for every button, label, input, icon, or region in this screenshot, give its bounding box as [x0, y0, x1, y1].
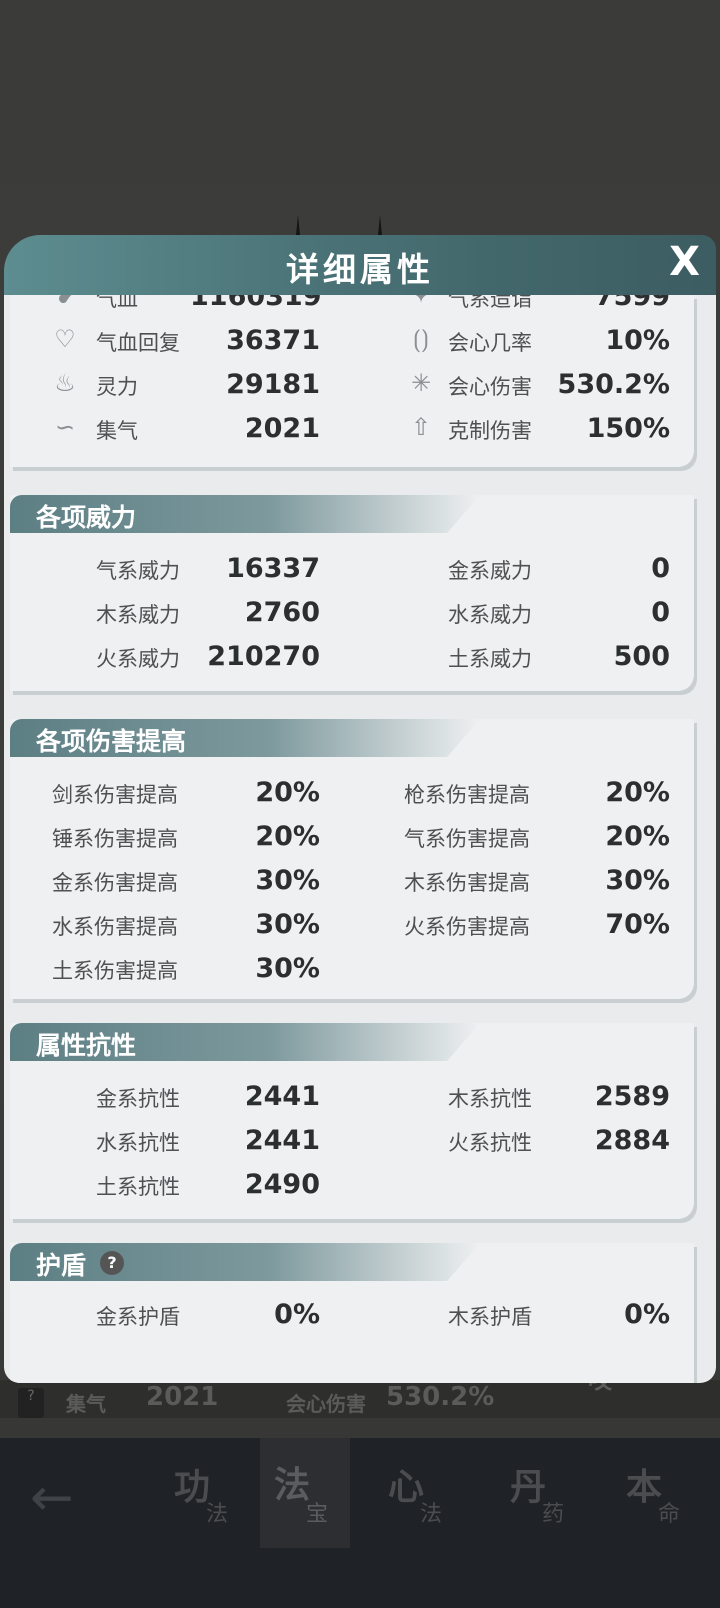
stat-row: 水系伤害提高 30% 火系伤害提高 70% — [52, 909, 670, 940]
shield-card: 护盾 ? 金系护盾 0% 木系护盾 0% — [10, 1243, 694, 1383]
stat-row: 气系威力 16337 金系威力 0 — [96, 553, 670, 584]
help-icon[interactable]: ? — [100, 1251, 124, 1275]
stat-row: 水系抗性 2441 火系抗性 2884 — [96, 1125, 670, 1156]
section-title: 各项威力 — [36, 503, 137, 532]
wing-icon: ✦ — [410, 295, 432, 309]
swirl-icon: ∽ — [54, 413, 76, 441]
flame-drop-icon: ♨ — [54, 369, 76, 397]
resistance-card: 属性抗性 金系抗性 2441 木系抗性 2589 水系抗性 2441 火系抗性 … — [10, 1023, 694, 1219]
double-heart-icon: ♡ — [54, 325, 76, 353]
heart-icon: ❥ — [54, 295, 76, 309]
dialog-title: 详细属性 — [286, 250, 434, 289]
stat-row: ❥ 气血 1160319 ✦ 气系造诣 7599 — [10, 295, 694, 323]
stat-row: ∽ 集气 2021 ⇧ 克制伤害 150% — [10, 413, 694, 455]
section-title: 属性抗性 — [36, 1031, 137, 1060]
nav-tab-gongfa[interactable]: 功 法 — [160, 1458, 250, 1548]
bg-value: 530.2% — [386, 1382, 495, 1412]
background-help-icon: ? — [18, 1388, 44, 1418]
stat-row: 土系抗性 2490 — [96, 1169, 320, 1200]
stat-row: 金系伤害提高 30% 木系伤害提高 30% — [52, 865, 670, 896]
stat-row: ♨ 灵力 29181 ✳ 会心伤害 530.2% — [10, 369, 694, 411]
back-arrow-icon[interactable]: ← — [30, 1468, 74, 1528]
stat-row: 木系威力 2760 水系威力 0 — [96, 597, 670, 628]
bg-value: 2021 — [146, 1382, 219, 1412]
section-title: 各项伤害提高 — [36, 727, 187, 756]
nav-tab-xinfa[interactable]: 心 法 — [374, 1458, 464, 1548]
stat-row: 金系抗性 2441 木系抗性 2589 — [96, 1081, 670, 1112]
section-header: 护盾 ? — [10, 1243, 490, 1281]
section-header: 属性抗性 — [10, 1023, 490, 1061]
bracket-icon: ⟮⟯ — [413, 325, 429, 353]
stat-row: ♡ 气血回复 36371 ⟮⟯ 会心几率 10% — [10, 325, 694, 367]
star-burst-icon: ✳ — [410, 369, 432, 397]
section-title: 护盾 — [36, 1251, 87, 1280]
nav-tab-fabao[interactable]: 法 宝 — [260, 1438, 350, 1548]
dialog-scroll-body[interactable]: ❥ 气血 1160319 ✦ 气系造诣 7599 ♡ 气血回复 36371 ⟮⟯… — [4, 295, 716, 1383]
basic-stats-card: ❥ 气血 1160319 ✦ 气系造诣 7599 ♡ 气血回复 36371 ⟮⟯… — [10, 295, 694, 467]
bg-label: 集气 — [66, 1392, 106, 1416]
bottom-nav: ← 功 法 法 宝 心 法 丹 药 本 命 — [0, 1438, 720, 1608]
stat-row: 锤系伤害提高 20% 气系伤害提高 20% — [52, 821, 670, 852]
damage-increase-card: 各项伤害提高 剑系伤害提高 20% 枪系伤害提高 20% 锤系伤害提高 20% … — [10, 719, 694, 999]
stat-row: 剑系伤害提高 20% 枪系伤害提高 20% — [52, 777, 670, 808]
arrow-up-icon: ⇧ — [410, 413, 432, 441]
close-icon[interactable]: X — [669, 239, 700, 285]
section-header: 各项伤害提高 — [10, 719, 490, 757]
bg-label: 会心伤害 — [286, 1392, 366, 1416]
stat-row: 土系伤害提高 30% — [52, 953, 320, 984]
nav-tab-benming[interactable]: 本 命 — [612, 1458, 702, 1548]
dialog-header: 详细属性 X — [4, 235, 716, 295]
background-stat-strip: ? 集气 2021 会心伤害 530.2% 哎 — [0, 1366, 720, 1418]
nav-tab-danyao[interactable]: 丹 药 — [496, 1458, 586, 1548]
detail-attributes-dialog: 详细属性 X ❥ 气血 1160319 ✦ 气系造诣 7599 ♡ 气血回复 3… — [4, 235, 716, 1383]
stat-row: 火系威力 210270 土系威力 500 — [96, 641, 670, 672]
stat-row: 金系护盾 0% 木系护盾 0% — [96, 1299, 670, 1330]
power-card: 各项威力 气系威力 16337 金系威力 0 木系威力 2760 水系威力 0 … — [10, 495, 694, 691]
section-header: 各项威力 — [10, 495, 490, 533]
